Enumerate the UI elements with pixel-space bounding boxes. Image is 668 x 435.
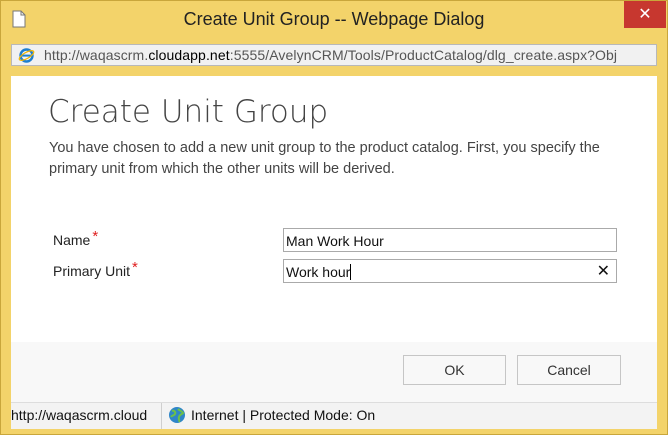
required-marker: * (132, 259, 138, 276)
window-title: Create Unit Group -- Webpage Dialog (183, 9, 485, 29)
url-rest: :5555/AvelynCRM/Tools/ProductCatalog/dlg… (229, 47, 618, 63)
dialog-description: You have chosen to add a new unit group … (49, 140, 600, 177)
internet-explorer-icon (18, 48, 35, 63)
primary-unit-label: Primary Unit * (53, 259, 138, 280)
name-label-text: Name (53, 232, 91, 248)
status-url: http://waqascrm.cloud (11, 407, 148, 423)
status-separator (161, 403, 162, 429)
dialog-window: Create Unit Group -- Webpage Dialog ✕ ht… (0, 0, 668, 435)
globe-icon (169, 407, 185, 423)
primary-unit-input[interactable]: Work hour ✕ (283, 259, 617, 283)
primary-unit-label-text: Primary Unit (53, 263, 131, 279)
security-zone: Internet | Protected Mode: On (191, 407, 376, 423)
required-marker: * (92, 228, 99, 245)
close-button[interactable]: ✕ (624, 1, 666, 28)
name-value: Man Work Hour (286, 233, 384, 249)
name-label: Name * (53, 228, 98, 249)
dialog-content: Create Unit Group You have chosen to add… (11, 76, 657, 342)
address-bar[interactable]: http://waqascrm.cloudapp.net:5555/Avelyn… (11, 44, 657, 66)
address-url: http://waqascrm.cloudapp.net:5555/Avelyn… (44, 47, 617, 63)
title-bar[interactable]: Create Unit Group -- Webpage Dialog ✕ (1, 1, 667, 41)
text-caret (350, 264, 352, 280)
name-input[interactable]: Man Work Hour (283, 228, 617, 252)
url-prefix: http://waqascrm. (44, 47, 149, 63)
close-icon: ✕ (638, 5, 652, 23)
status-bar: http://waqascrm.cloud Internet | Protect… (11, 402, 657, 429)
primary-unit-value: Work hour (286, 264, 351, 280)
dialog-heading: Create Unit Group (48, 94, 329, 130)
cancel-button[interactable]: Cancel (517, 355, 621, 385)
ok-button[interactable]: OK (403, 355, 506, 385)
dialog-footer: OK Cancel (11, 342, 657, 402)
url-domain: cloudapp.net (148, 47, 230, 63)
clear-icon[interactable]: ✕ (597, 261, 610, 281)
